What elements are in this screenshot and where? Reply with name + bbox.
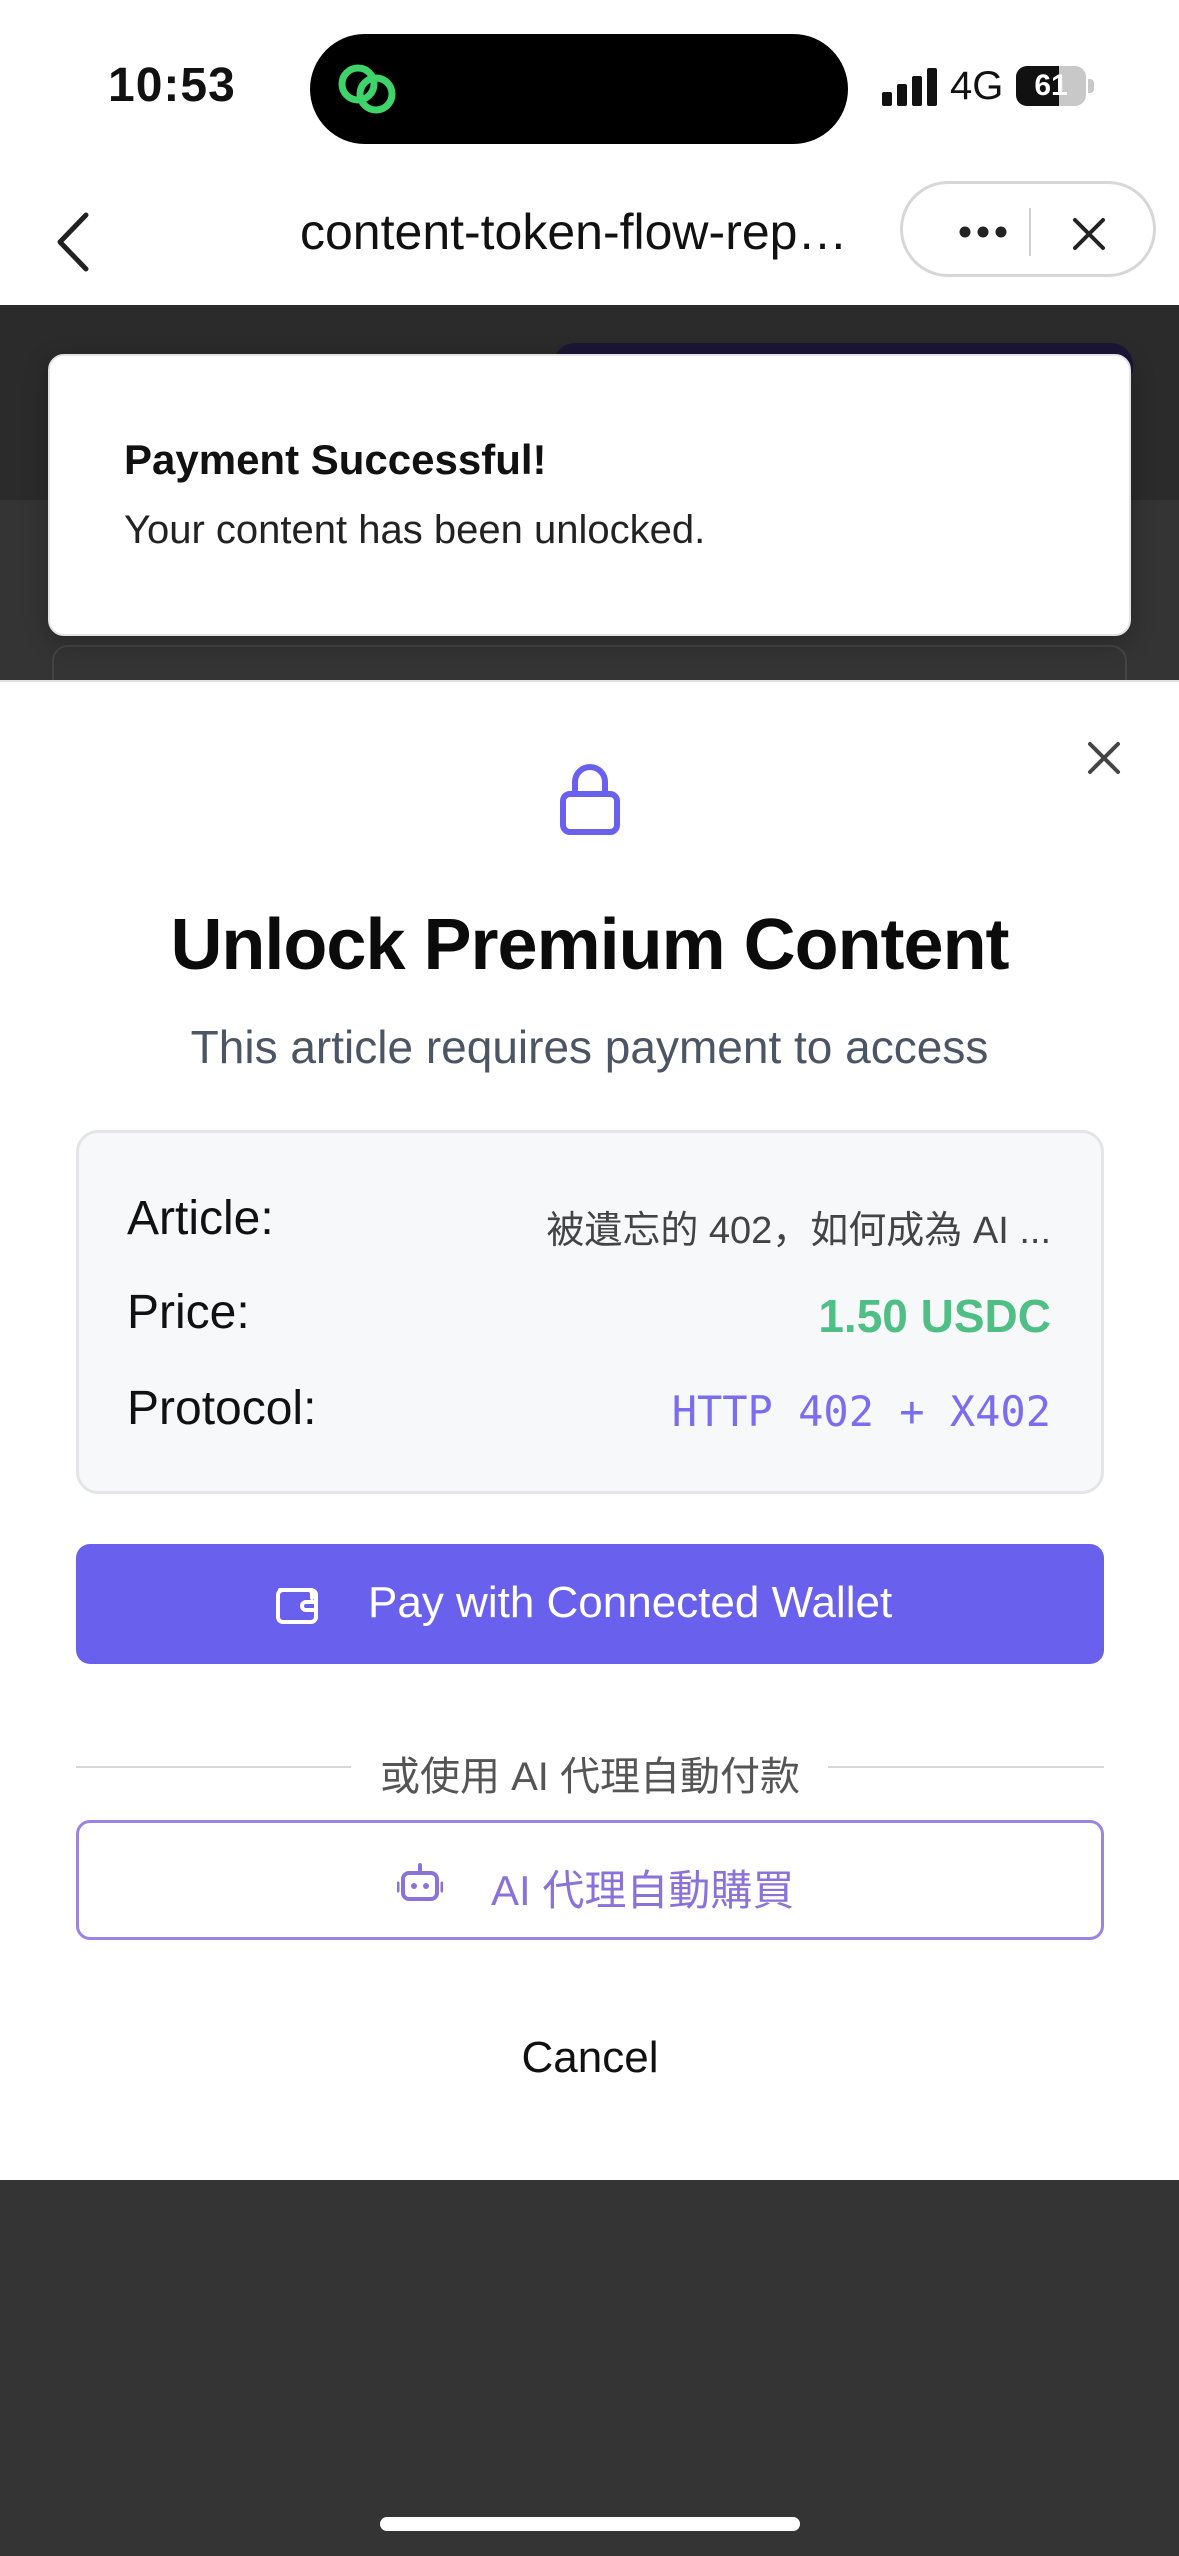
- chevron-left-icon[interactable]: [40, 197, 110, 287]
- pay-button-label: Pay with Connected Wallet: [368, 1578, 893, 1627]
- pay-with-wallet-button[interactable]: Pay with Connected Wallet: [76, 1544, 1104, 1664]
- network-type: 4G: [950, 64, 1004, 108]
- toast-title: Payment Successful!: [124, 436, 547, 483]
- ai-agent-purchase-button[interactable]: AI 代理自動購買: [76, 1820, 1104, 1940]
- protocol-label: Protocol:: [127, 1382, 317, 1435]
- close-icon[interactable]: [1080, 734, 1128, 782]
- capsule-menu: [900, 181, 1156, 277]
- mini-program-nav-bar: content-token-flow-rep…: [0, 175, 1179, 305]
- article-label: Article:: [127, 1192, 274, 1245]
- protocol-value: HTTP 402 + X402: [671, 1387, 1051, 1436]
- status-bar: 10:53 4G 61: [0, 0, 1179, 175]
- modal-title: Unlock Premium Content: [170, 905, 1009, 985]
- article-value: 被遺忘的 402，如何成為 AI ...: [546, 1210, 1051, 1252]
- dynamic-island: [310, 34, 848, 144]
- robot-icon: [397, 1863, 443, 1901]
- home-indicator[interactable]: [380, 2517, 800, 2531]
- divider-text: 或使用 AI 代理自動付款: [379, 1755, 801, 1799]
- page-title: content-token-flow-rep…: [300, 204, 848, 260]
- signal-icon: [882, 68, 940, 106]
- price-value: 1.50 USDC: [818, 1290, 1051, 1342]
- ellipsis-icon[interactable]: [943, 212, 1023, 252]
- price-label: Price:: [127, 1286, 250, 1339]
- status-time: 10:53: [108, 59, 236, 112]
- lock-icon: [560, 764, 620, 835]
- toast-message: Your content has been unlocked.: [124, 508, 706, 552]
- cancel-button[interactable]: Cancel: [440, 2018, 740, 2098]
- payment-details-card: Article: 被遺忘的 402，如何成為 AI ... Price: 1.5…: [76, 1130, 1104, 1494]
- or-divider: 或使用 AI 代理自動付款: [76, 1736, 1104, 1799]
- unlock-modal: Unlock Premium Content This article requ…: [0, 680, 1179, 2180]
- wallet-icon: [276, 1588, 318, 1624]
- link-rings-icon: [338, 64, 396, 114]
- battery-percent: 61: [1034, 69, 1068, 102]
- success-toast: Payment Successful! Your content has bee…: [48, 354, 1131, 636]
- ai-button-label: AI 代理自動購買: [491, 1867, 795, 1914]
- close-icon[interactable]: [1059, 204, 1119, 264]
- battery-icon: 61: [1016, 66, 1094, 106]
- modal-subtitle: This article requires payment to access: [190, 1021, 989, 1073]
